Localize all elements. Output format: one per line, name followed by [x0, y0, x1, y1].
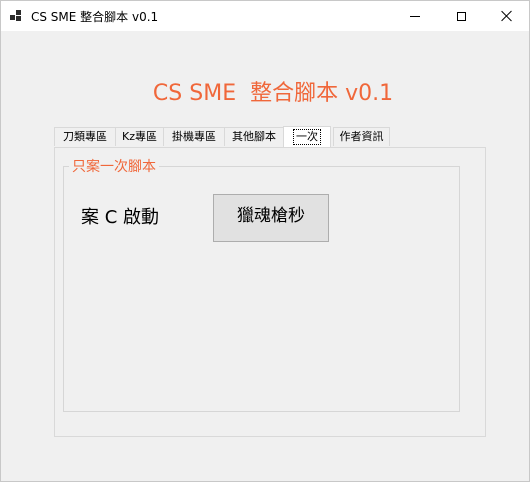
window-title: CS SME 整合腳本 v0.1 — [31, 10, 159, 24]
minimize-icon — [410, 15, 420, 17]
maximize-icon — [456, 11, 466, 21]
tab-author-info[interactable]: 作者資訊 — [333, 127, 390, 146]
tab-label: 掛機專區 — [172, 130, 216, 143]
tab-label: 作者資訊 — [339, 130, 384, 143]
minimize-button[interactable] — [392, 1, 438, 31]
app-heading: CS SME 整合腳本 v0.1 — [152, 81, 394, 106]
main-window: CS SME 整合腳本 v0.1 CS SME 整合腳本 v0.1 刀類專區 K… — [0, 0, 530, 482]
soul-hunter-button[interactable]: 獵魂槍秒 — [213, 194, 329, 242]
title-bar[interactable]: CS SME 整合腳本 v0.1 — [1, 1, 529, 31]
tab-knife-zone[interactable]: 刀類專區 — [54, 127, 116, 146]
hotkey-label: 案 C 啟動 — [81, 207, 160, 228]
maximize-button[interactable] — [438, 1, 484, 31]
app-window-icon — [10, 10, 22, 22]
close-icon — [501, 10, 513, 22]
tab-label: Kz專區 — [122, 130, 157, 143]
groupbox-title: 只案一次腳本 — [69, 156, 159, 176]
tab-once[interactable]: 一次 — [283, 126, 331, 147]
tab-label: 其他腳本 — [232, 130, 276, 143]
close-button[interactable] — [484, 1, 530, 31]
tab-other-scripts[interactable]: 其他腳本 — [224, 127, 284, 146]
tab-label: 刀類專區 — [63, 130, 107, 143]
tab-label: 一次 — [293, 129, 321, 145]
tab-kz-zone[interactable]: Kz專區 — [115, 127, 164, 146]
tab-afk-zone[interactable]: 掛機專區 — [163, 127, 225, 146]
